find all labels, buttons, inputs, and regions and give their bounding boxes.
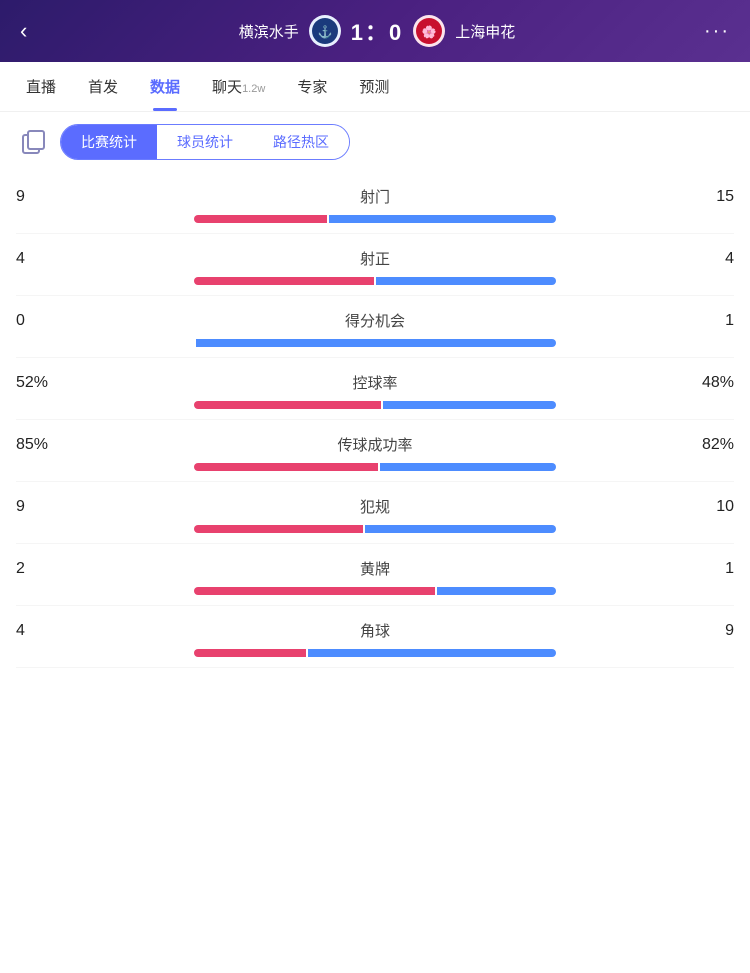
stat-right-value: 4 bbox=[684, 250, 734, 268]
match-score: 1：0 bbox=[351, 15, 403, 47]
stat-right-value: 1 bbox=[684, 560, 734, 578]
stat-label: 黄牌 bbox=[360, 558, 390, 579]
stat-row: 0 得分机会 1 bbox=[16, 296, 734, 358]
sub-tabs-row: 比赛统计 球员统计 路径热区 bbox=[0, 112, 750, 172]
stat-label: 犯规 bbox=[360, 496, 390, 517]
sub-tab-player-stats[interactable]: 球员统计 bbox=[157, 125, 253, 159]
bar-left bbox=[194, 525, 363, 533]
team-left-badge: ⚓ bbox=[309, 15, 341, 47]
stat-row: 9 射门 15 bbox=[16, 172, 734, 234]
match-info: 横滨水手 ⚓ 1：0 🌸 上海申花 bbox=[50, 15, 704, 47]
stat-row: 52% 控球率 48% bbox=[16, 358, 734, 420]
bar-right bbox=[437, 587, 556, 595]
stat-left-value: 2 bbox=[16, 560, 66, 578]
stat-right-value: 1 bbox=[684, 312, 734, 330]
stat-left-value: 9 bbox=[16, 498, 66, 516]
stat-label: 射正 bbox=[360, 248, 390, 269]
stat-row: 4 射正 4 bbox=[16, 234, 734, 296]
tab-chat[interactable]: 聊天1.2w bbox=[196, 62, 281, 111]
stat-row: 4 角球 9 bbox=[16, 606, 734, 668]
bar-left bbox=[194, 215, 327, 223]
stat-right-value: 82% bbox=[684, 436, 734, 454]
bar-right bbox=[308, 649, 556, 657]
more-button[interactable]: ··· bbox=[704, 20, 730, 43]
bar-right bbox=[365, 525, 556, 533]
team-right-badge: 🌸 bbox=[413, 15, 445, 47]
sub-tab-match-stats[interactable]: 比赛统计 bbox=[61, 125, 157, 159]
bar-right bbox=[383, 401, 556, 409]
stat-left-value: 4 bbox=[16, 622, 66, 640]
stat-label: 角球 bbox=[360, 620, 390, 641]
tab-expert[interactable]: 专家 bbox=[281, 62, 343, 111]
stat-bar bbox=[16, 525, 734, 533]
tab-live[interactable]: 直播 bbox=[10, 62, 72, 111]
bar-left bbox=[194, 277, 374, 285]
sub-tab-heatmap[interactable]: 路径热区 bbox=[253, 125, 349, 159]
stat-row: 9 犯规 10 bbox=[16, 482, 734, 544]
nav-tabs: 直播 首发 数据 聊天1.2w 专家 预测 bbox=[0, 62, 750, 112]
header: ‹ 横滨水手 ⚓ 1：0 🌸 上海申花 ··· bbox=[0, 0, 750, 62]
stat-left-value: 9 bbox=[16, 188, 66, 206]
team-left-name: 横滨水手 bbox=[239, 21, 299, 42]
stat-label: 得分机会 bbox=[345, 310, 405, 331]
stat-bar bbox=[16, 277, 734, 285]
stat-bar bbox=[16, 463, 734, 471]
bar-right bbox=[196, 339, 556, 347]
stat-left-value: 4 bbox=[16, 250, 66, 268]
stat-right-value: 10 bbox=[684, 498, 734, 516]
sub-tab-group: 比赛统计 球员统计 路径热区 bbox=[60, 124, 350, 160]
bar-left bbox=[194, 463, 378, 471]
stat-label: 控球率 bbox=[352, 372, 397, 393]
copy-icon[interactable] bbox=[16, 124, 52, 160]
back-button[interactable]: ‹ bbox=[20, 18, 50, 44]
bar-left bbox=[194, 649, 306, 657]
tab-lineup[interactable]: 首发 bbox=[72, 62, 134, 111]
stat-label: 传球成功率 bbox=[337, 434, 412, 455]
stat-left-value: 85% bbox=[16, 436, 66, 454]
stat-bar bbox=[16, 649, 734, 657]
stats-container: 9 射门 15 4 射正 4 0 得分机会 1 bbox=[0, 172, 750, 668]
bar-right bbox=[376, 277, 556, 285]
tab-predict[interactable]: 预测 bbox=[343, 62, 405, 111]
bar-left bbox=[194, 401, 381, 409]
stat-left-value: 52% bbox=[16, 374, 66, 392]
stat-row: 2 黄牌 1 bbox=[16, 544, 734, 606]
stat-bar bbox=[16, 215, 734, 223]
bar-right bbox=[329, 215, 556, 223]
svg-text:⚓: ⚓ bbox=[317, 25, 332, 39]
stat-label: 射门 bbox=[360, 186, 390, 207]
tab-data[interactable]: 数据 bbox=[134, 62, 196, 111]
stat-right-value: 15 bbox=[684, 188, 734, 206]
stat-bar bbox=[16, 339, 734, 347]
team-right-name: 上海申花 bbox=[455, 21, 515, 42]
stat-right-value: 9 bbox=[684, 622, 734, 640]
stat-bar bbox=[16, 587, 734, 595]
stat-right-value: 48% bbox=[684, 374, 734, 392]
stat-row: 85% 传球成功率 82% bbox=[16, 420, 734, 482]
stat-left-value: 0 bbox=[16, 312, 66, 330]
svg-text:🌸: 🌸 bbox=[422, 25, 437, 39]
bar-right bbox=[380, 463, 556, 471]
stat-bar bbox=[16, 401, 734, 409]
bar-left bbox=[194, 587, 435, 595]
